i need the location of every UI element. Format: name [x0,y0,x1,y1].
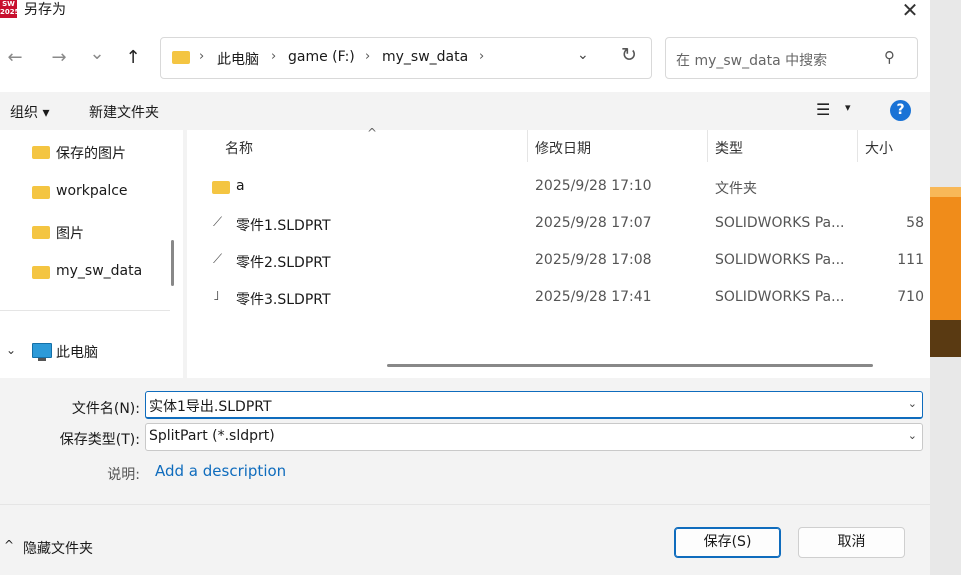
file-name: 零件2.SLDPRT [236,255,331,271]
table-row[interactable]: ⟋ 零件1.SLDPRT 2025/9/28 17:07 SOLIDWORKS … [187,206,930,243]
close-button[interactable]: ✕ [896,0,924,24]
folder-icon [172,51,190,64]
column-header-size[interactable]: 大小 [865,138,893,158]
address-bar[interactable]: › 此电脑 › game (F:) › my_sw_data › ⌄ ↻ [160,37,652,79]
column-divider[interactable] [527,130,528,162]
filetype-select[interactable]: SplitPart (*.sldprt) ⌄ [145,423,923,451]
file-date: 2025/9/28 17:07 [535,215,652,231]
folder-icon [32,186,50,199]
new-folder-button[interactable]: 新建文件夹 [89,102,159,122]
computer-stand-icon [38,358,46,361]
column-divider[interactable] [857,130,858,162]
file-list: ^ 名称 修改日期 类型 大小 a 2025/9/28 17:10 文件夹 ⟋ … [187,126,930,378]
file-type: SOLIDWORKS Pa... [715,289,845,305]
filetype-label: 保存类型(T): [59,432,140,448]
filetype-value: SplitPart (*.sldprt) [149,428,275,444]
table-row[interactable]: ⟋ 零件2.SLDPRT 2025/9/28 17:08 SOLIDWORKS … [187,243,930,280]
refresh-button[interactable]: ↻ [621,44,637,66]
breadcrumb-separator-icon: › [365,49,371,64]
table-row[interactable]: a 2025/9/28 17:10 文件夹 [187,169,930,206]
folder-icon [32,146,50,159]
sldprt-file-icon: ⟋ [213,252,223,267]
sidebar-item-label: workpalce [56,183,128,199]
chevron-down-icon[interactable]: ▾ [845,101,851,114]
column-header-date[interactable]: 修改日期 [535,138,591,158]
chevron-down-icon[interactable]: ⌄ [577,47,589,63]
divider [0,310,170,311]
filename-field[interactable]: 实体1导出.SLDPRT ⌄ [145,391,923,419]
sidebar-item-workpalce[interactable]: workpalce [0,172,170,210]
search-placeholder: 在 my_sw_data 中搜索 [676,53,828,69]
chevron-down-icon[interactable]: ⌄ [6,343,16,357]
file-date: 2025/9/28 17:41 [535,289,652,305]
chevron-down-icon[interactable]: ⌄ [908,429,917,442]
chevron-up-icon[interactable]: ^ [4,538,14,552]
sidebar-item-label: my_sw_data [56,263,143,279]
breadcrumb-separator-icon: › [271,49,277,64]
breadcrumb-folder[interactable]: my_sw_data [382,49,468,65]
folder-icon [32,226,50,239]
filename-label: 文件名(N): [71,401,140,417]
chevron-down-icon[interactable]: ⌄ [908,397,917,410]
file-size: 111 [897,252,924,268]
sidebar-item-pictures[interactable]: 图片 [0,212,170,250]
file-date: 2025/9/28 17:10 [535,178,652,194]
sidebar-item-label: 图片 [56,226,84,242]
filename-value: 实体1导出.SLDPRT [149,399,272,415]
file-name: a [236,178,245,194]
save-as-dialog: SW 2025 另存为 ✕ ← → ⌄ ↑ › 此电脑 › game (F:) ›… [0,0,930,575]
organize-button[interactable]: 组织 ▾ [10,102,49,122]
back-button[interactable]: ← [2,44,28,72]
file-type: 文件夹 [715,181,757,197]
solidworks-logo-icon: SW 2025 [0,0,20,18]
navigation-pane: 保存的图片 workpalce 图片 my_sw_data ⌄ 此电脑 [0,130,183,378]
description-label: 说明: [107,467,140,483]
search-input[interactable]: 在 my_sw_data 中搜索 ⚲ [665,37,918,79]
file-type: SOLIDWORKS Pa... [715,252,845,268]
search-icon[interactable]: ⚲ [884,48,895,66]
save-form: 文件名(N): 实体1导出.SLDPRT ⌄ 保存类型(T): SplitPar… [0,378,930,575]
sidebar-item-saved-pictures[interactable]: 保存的图片 [0,132,170,170]
breadcrumb-separator-icon: › [199,49,205,64]
add-description-link[interactable]: Add a description [155,462,286,480]
sidebar-item-this-pc[interactable]: 此电脑 [56,342,98,362]
column-header-name[interactable]: 名称 [225,138,253,158]
cancel-button[interactable]: 取消 [798,527,905,558]
recent-locations-button[interactable]: ⌄ [84,40,110,68]
up-button[interactable]: ↑ [120,44,146,72]
file-date: 2025/9/28 17:08 [535,252,652,268]
column-header-type[interactable]: 类型 [715,138,743,158]
save-button[interactable]: 保存(S) [674,527,781,558]
view-list-icon[interactable]: ☰ [816,100,830,119]
column-divider[interactable] [707,130,708,162]
sort-ascending-icon: ^ [367,126,378,140]
sidebar-item-my-sw-data[interactable]: my_sw_data [0,252,170,290]
forward-button[interactable]: → [46,44,72,72]
hide-folders-button[interactable]: 隐藏文件夹 [23,538,93,558]
horizontal-scrollbar[interactable] [387,364,873,367]
breadcrumb-drive[interactable]: game (F:) [288,49,355,65]
sidebar-item-label: 保存的图片 [56,146,126,162]
computer-icon [32,343,52,358]
file-size: 58 [906,215,924,231]
file-name: 零件3.SLDPRT [236,292,331,308]
folder-icon [212,181,230,194]
help-icon[interactable]: ? [890,100,911,121]
divider [0,504,930,505]
breadcrumb-separator-icon: › [479,49,485,64]
sldprt-file-icon: ⟋ [213,215,223,230]
title-bar: SW 2025 另存为 ✕ [0,0,930,28]
file-type: SOLIDWORKS Pa... [715,215,845,231]
background-model-shadow [930,320,961,357]
command-bar: 组织 ▾ 新建文件夹 ☰ ▾ ? [0,92,930,130]
breadcrumb-this-pc[interactable]: 此电脑 [217,49,259,69]
window-title: 另存为 [24,2,66,18]
table-row[interactable]: ˩ 零件3.SLDPRT 2025/9/28 17:41 SOLIDWORKS … [187,280,930,317]
file-name: 零件1.SLDPRT [236,218,331,234]
sldprt-file-icon: ˩ [213,289,220,304]
file-size: 710 [897,289,924,305]
sidebar-scrollbar[interactable] [171,240,174,286]
folder-icon [32,266,50,279]
